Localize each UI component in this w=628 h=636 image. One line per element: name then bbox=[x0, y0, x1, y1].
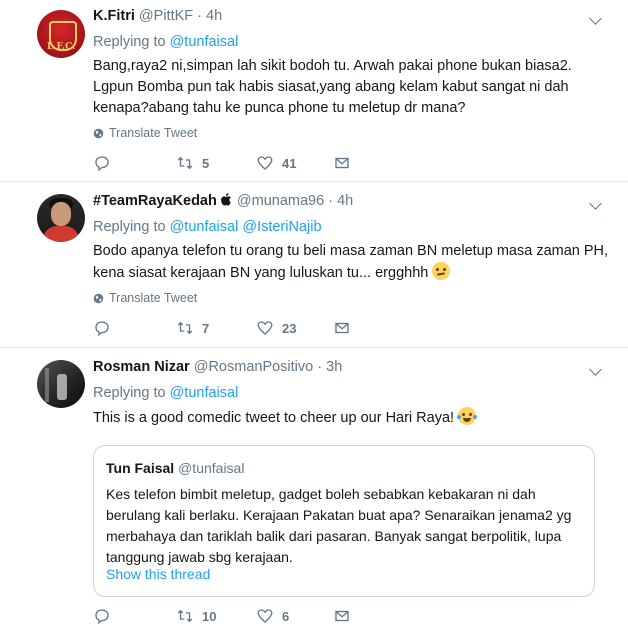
quoted-line: merbahaya dan tariklah balik dari pasara… bbox=[106, 528, 562, 544]
tweet[interactable]: #TeamRayaKedah @munama96 · 4h Replying t… bbox=[0, 182, 628, 348]
caret-down-icon[interactable] bbox=[589, 363, 602, 376]
reply-button[interactable] bbox=[93, 319, 119, 337]
retweet-icon bbox=[177, 609, 193, 623]
retweet-icon bbox=[177, 156, 193, 170]
tweet-line: This is a good comedic tweet to cheer up… bbox=[93, 407, 478, 429]
quoted-line: Kes telefon bimbit meletup, gadget boleh… bbox=[106, 486, 536, 502]
apple-icon bbox=[220, 193, 231, 206]
replying-to: Replying to @tunfaisal @IsteriNajib bbox=[93, 219, 322, 235]
mention-link[interactable]: @tunfaisal bbox=[170, 385, 239, 401]
tweet-actions: 7 23 bbox=[0, 319, 628, 339]
author-handle[interactable]: @PittKF bbox=[139, 8, 193, 24]
mention-link[interactable]: @tunfaisal bbox=[170, 219, 239, 235]
like-button[interactable]: 41 bbox=[256, 154, 296, 172]
tweet-text: Bang,raya2 ni,simpan lah sikit bodoh tu.… bbox=[93, 56, 572, 119]
show-thread-link[interactable]: Show this thread bbox=[106, 566, 210, 582]
tweet-line-text: kena siasat kerajaan BN yang luluskan tu… bbox=[93, 265, 429, 281]
dm-button[interactable] bbox=[333, 319, 359, 337]
tweet-line: Bodo apanya telefon tu orang tu beli mas… bbox=[93, 243, 609, 259]
dm-icon bbox=[335, 157, 349, 169]
translate-tweet[interactable]: Translate Tweet bbox=[93, 126, 197, 140]
quoted-line: tanggung jawab sbg kerajaan. bbox=[106, 549, 293, 565]
tweet-actions: 10 6 bbox=[0, 607, 628, 627]
author-name[interactable]: Rosman Nizar bbox=[93, 359, 190, 375]
tweet-text: Bodo apanya telefon tu orang tu beli mas… bbox=[93, 241, 608, 284]
tweet-line: kenapa?abang tahu ke punca phone tu mele… bbox=[93, 100, 466, 116]
replying-to: Replying to @tunfaisal bbox=[93, 385, 238, 401]
separator-dot: · bbox=[317, 359, 323, 375]
like-count: 23 bbox=[282, 320, 297, 336]
reply-icon bbox=[95, 609, 109, 625]
tweet-header: K.Fitri @PittKF · 4h bbox=[93, 8, 222, 24]
dm-icon bbox=[335, 610, 349, 622]
quoted-author-handle: @tunfaisal bbox=[178, 460, 245, 476]
timestamp[interactable]: 4h bbox=[206, 8, 222, 24]
dm-icon bbox=[335, 322, 349, 334]
replying-label: Replying to bbox=[93, 34, 166, 50]
quoted-author-name: Tun Faisal bbox=[106, 460, 175, 476]
globe-icon bbox=[93, 128, 104, 138]
replying-label: Replying to bbox=[93, 219, 166, 235]
quoted-tweet[interactable]: Tun Faisal @tunfaisal Kes telefon bimbit… bbox=[93, 445, 595, 597]
tweet-header: #TeamRayaKedah @munama96 · 4h bbox=[93, 193, 353, 209]
translate-label: Translate Tweet bbox=[109, 291, 198, 305]
tweet-line-text: This is a good comedic tweet to cheer up… bbox=[93, 410, 455, 426]
retweet-count: 5 bbox=[202, 155, 210, 171]
like-count: 6 bbox=[282, 608, 290, 624]
translate-tweet[interactable]: Translate Tweet bbox=[93, 291, 197, 305]
dm-button[interactable] bbox=[333, 154, 359, 172]
reply-button[interactable] bbox=[93, 607, 119, 625]
dm-button[interactable] bbox=[333, 607, 359, 625]
reply-button[interactable] bbox=[93, 154, 119, 172]
separator-dot: · bbox=[197, 8, 202, 24]
retweet-count: 10 bbox=[202, 608, 217, 624]
like-icon bbox=[257, 609, 273, 623]
tweet-header: Rosman Nizar @RosmanPositivo · 3h bbox=[93, 359, 342, 375]
author-name[interactable]: K.Fitri bbox=[93, 8, 135, 24]
quoted-tweet-header: Tun Faisal @tunfaisal bbox=[106, 460, 244, 476]
tweet-line: Lgpun Bomba pun tak habis siasat,yang ab… bbox=[93, 79, 569, 95]
like-icon bbox=[257, 156, 273, 170]
tweet[interactable]: L.F.C. K.Fitri @PittKF · 4h Replying to … bbox=[0, 0, 628, 182]
tweet-actions: 5 41 bbox=[0, 154, 628, 174]
like-icon bbox=[257, 321, 273, 335]
retweet-button[interactable]: 5 bbox=[176, 154, 209, 172]
retweet-count: 7 bbox=[202, 320, 210, 336]
retweet-icon bbox=[177, 321, 193, 335]
avatar[interactable] bbox=[37, 194, 85, 242]
caret-down-icon[interactable] bbox=[589, 12, 602, 25]
reply-icon bbox=[95, 321, 109, 337]
reply-icon bbox=[95, 156, 109, 172]
retweet-button[interactable]: 7 bbox=[176, 319, 209, 337]
separator-dot: · bbox=[328, 193, 334, 209]
translate-label: Translate Tweet bbox=[109, 126, 198, 140]
retweet-button[interactable]: 10 bbox=[176, 607, 216, 625]
avatar[interactable]: L.F.C. bbox=[37, 10, 85, 58]
like-count: 41 bbox=[282, 155, 297, 171]
globe-icon bbox=[93, 293, 104, 303]
author-handle[interactable]: @RosmanPositivo bbox=[194, 359, 313, 375]
author-name[interactable]: #TeamRayaKedah bbox=[93, 193, 217, 209]
like-button[interactable]: 23 bbox=[256, 319, 296, 337]
rolling-eyes-emoji bbox=[432, 262, 451, 280]
tears-of-joy-emoji bbox=[457, 407, 478, 425]
quoted-line: berulang kali berlaku. Kerajaan Pakatan … bbox=[106, 507, 572, 523]
tweet-line: Bang,raya2 ni,simpan lah sikit bodoh tu.… bbox=[93, 58, 572, 74]
mention-link[interactable]: @IsteriNajib bbox=[242, 219, 321, 235]
mention-link[interactable]: @tunfaisal bbox=[170, 34, 239, 50]
timestamp[interactable]: 3h bbox=[326, 359, 342, 375]
avatar[interactable] bbox=[37, 360, 85, 408]
like-button[interactable]: 6 bbox=[256, 607, 289, 625]
author-handle[interactable]: @munama96 bbox=[237, 193, 324, 209]
quoted-tweet-text: Kes telefon bimbit meletup, gadget boleh… bbox=[106, 484, 584, 568]
caret-down-icon[interactable] bbox=[589, 197, 602, 210]
timestamp[interactable]: 4h bbox=[337, 193, 353, 209]
tweet-line: kena siasat kerajaan BN yang luluskan tu… bbox=[93, 262, 608, 284]
replying-label: Replying to bbox=[93, 385, 166, 401]
tweet-text: This is a good comedic tweet to cheer up… bbox=[93, 407, 478, 429]
replying-to: Replying to @tunfaisal bbox=[93, 34, 238, 50]
